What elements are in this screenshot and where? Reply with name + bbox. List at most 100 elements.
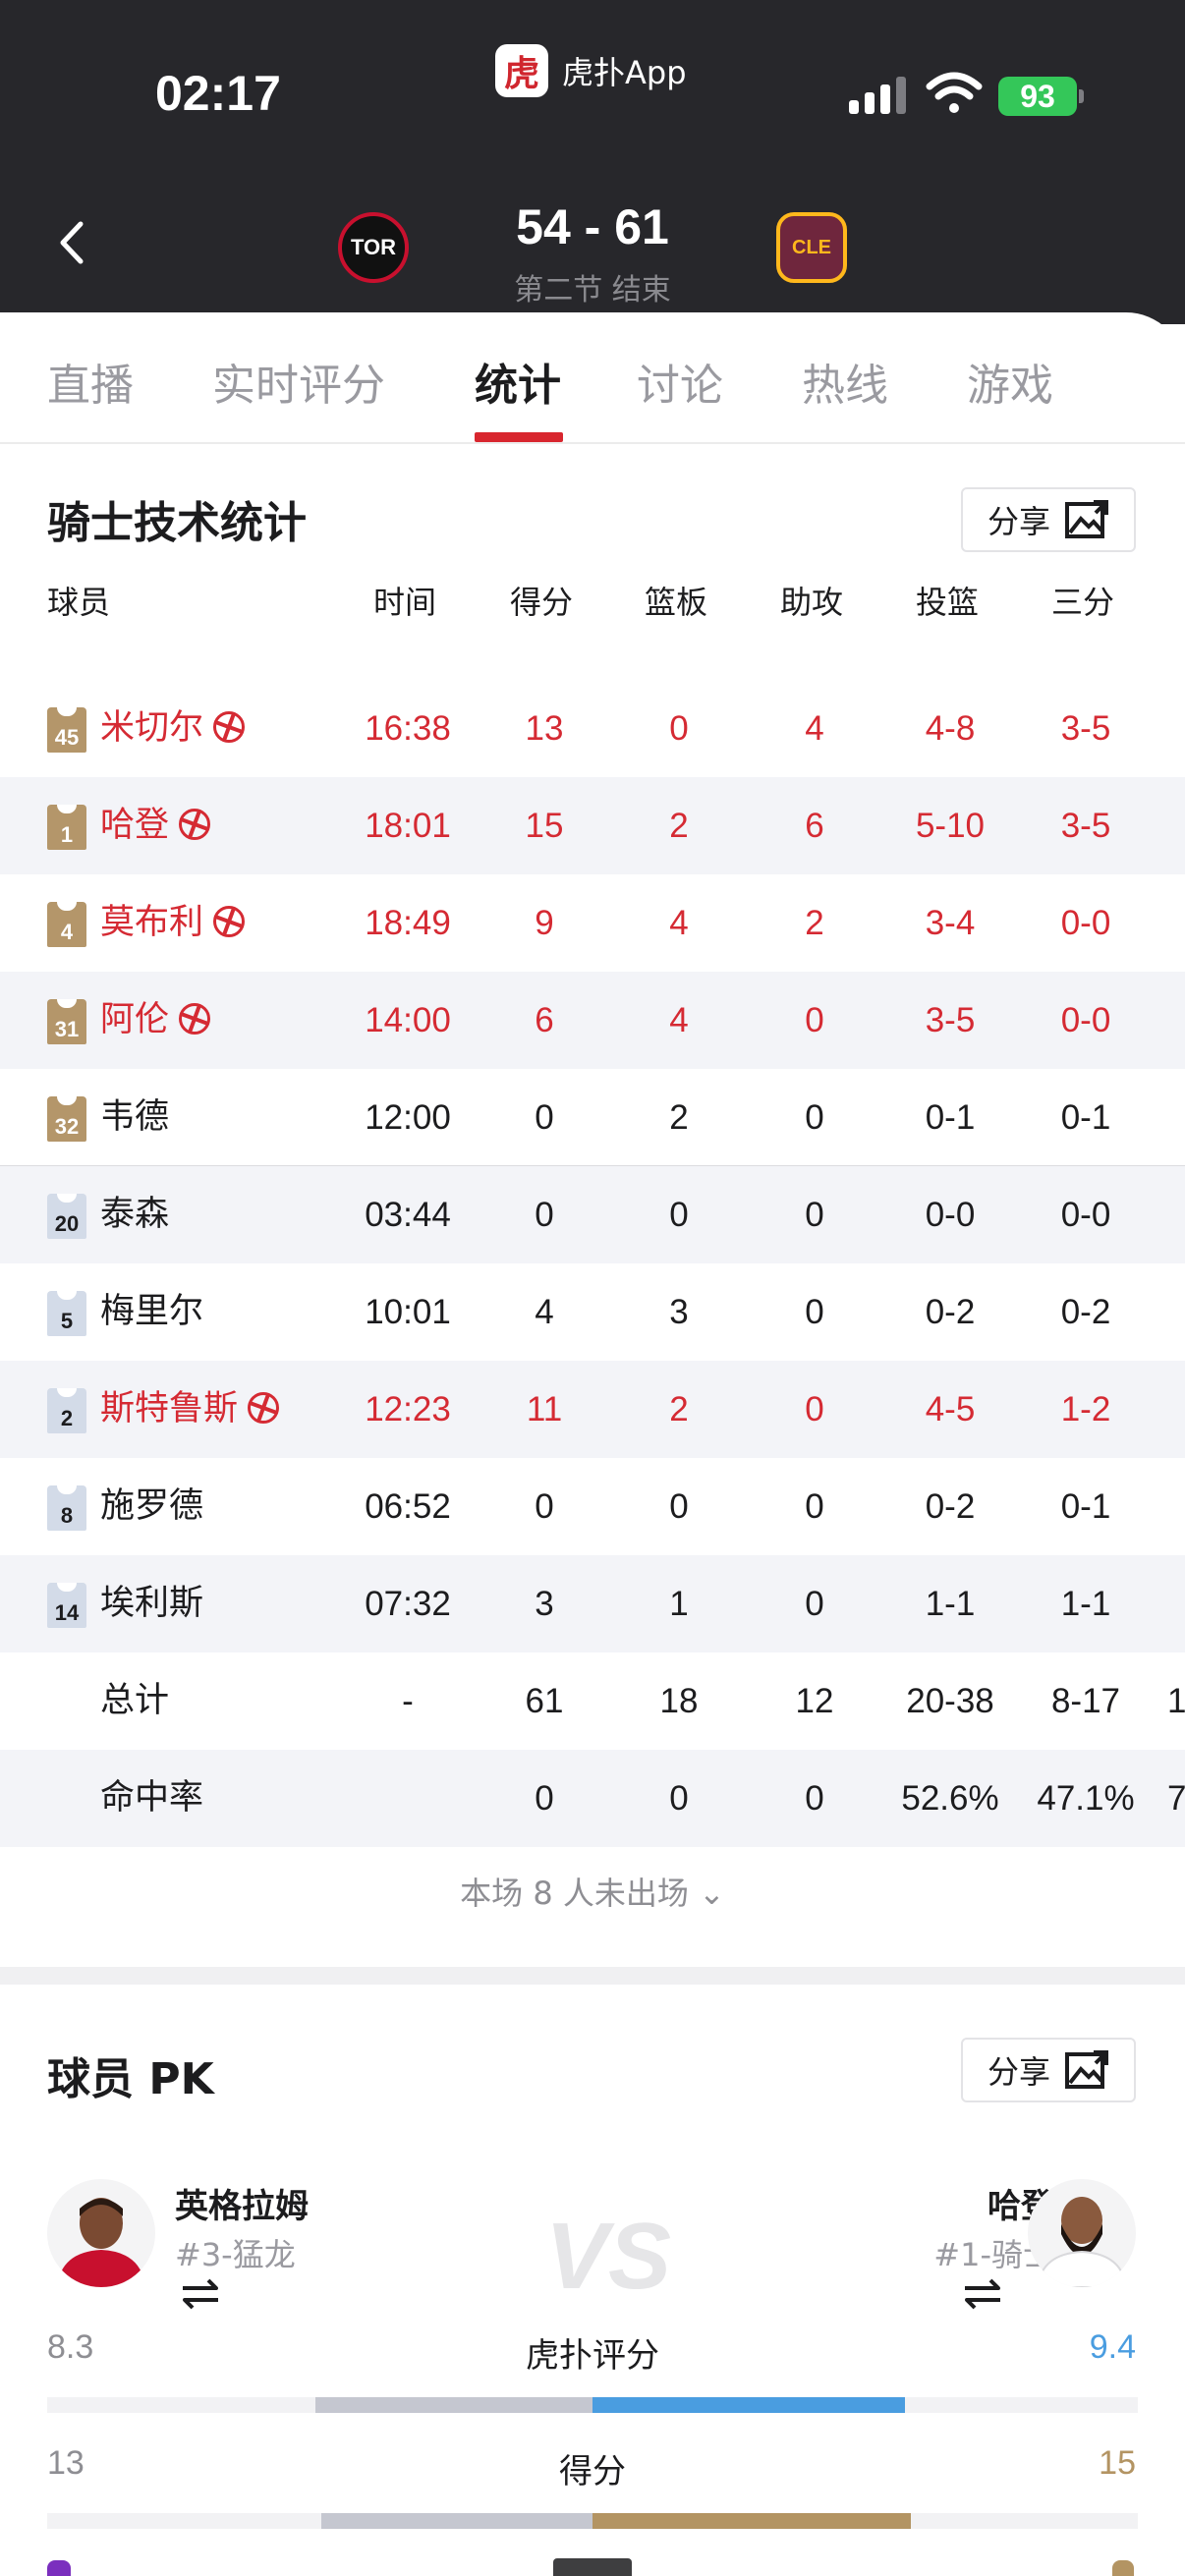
cell-rebounds: 4 <box>669 1001 689 1039</box>
cell-three-pointers: 0-0 <box>1060 1001 1111 1039</box>
player-name[interactable]: 梅里尔 <box>100 1263 203 1361</box>
basketball-icon <box>179 809 211 840</box>
table-row[interactable]: 1 哈登 18:01 15 2 6 5-10 3-5 <box>0 777 1185 874</box>
cell-three-pointers: 1-2 <box>1060 1390 1111 1428</box>
table-row[interactable]: 2 斯特鲁斯 12:23 11 2 0 4-5 1-2 <box>0 1361 1185 1458</box>
battery-tip <box>1079 89 1084 103</box>
header-time[interactable]: 时间 <box>373 578 436 623</box>
cell-three-pointers: 1-1 <box>1060 1585 1111 1623</box>
cell-time: 07:32 <box>365 1585 451 1623</box>
player-name[interactable]: 泰森 <box>100 1166 169 1263</box>
jersey-number-icon: 1 <box>47 805 86 850</box>
cutoff-stat-label <box>553 2558 632 2576</box>
pk-share-button[interactable]: 分享 <box>961 2038 1136 2102</box>
cell-rebounds: 18 <box>659 1682 699 1720</box>
tab-stats[interactable]: 统计 <box>475 350 561 413</box>
percentage-label: 命中率 <box>100 1778 204 1818</box>
cell-overflow: 1 <box>1167 1682 1185 1720</box>
cell-rebounds: 0 <box>669 1196 689 1234</box>
tab-games[interactable]: 游戏 <box>967 350 1053 413</box>
cell-field-goals: 3-5 <box>925 1001 976 1039</box>
cell-time: - <box>402 1682 414 1720</box>
basketball-icon <box>213 906 246 937</box>
player-name[interactable]: 韦德 <box>100 1069 169 1166</box>
header-points[interactable]: 得分 <box>510 578 573 623</box>
table-row[interactable]: 5 梅里尔 10:01 4 3 0 0-2 0-2 <box>0 1263 1185 1361</box>
player-name[interactable]: 米切尔 <box>100 680 246 777</box>
absent-players-toggle[interactable]: 本场 8 人未出场 ⌄ <box>0 1869 1185 1914</box>
cell-time: 18:49 <box>365 904 451 942</box>
status-time: 02:17 <box>155 66 281 121</box>
cavaliers-logo-icon[interactable]: CLE <box>776 212 847 283</box>
cell-field-goals: 4-8 <box>925 709 976 748</box>
cell-assists: 4 <box>805 709 824 748</box>
basketball-icon <box>179 1003 211 1035</box>
header-rebounds[interactable]: 篮板 <box>645 578 707 623</box>
cutoff-stat-right <box>1112 2560 1134 2576</box>
cell-assists: 0 <box>805 1390 824 1428</box>
cell-points: 0 <box>535 1779 554 1818</box>
cell-three-pointers: 0-1 <box>1060 1487 1111 1526</box>
metric-label: 虎扑评分 <box>526 2336 659 2376</box>
header-assists[interactable]: 助攻 <box>780 578 843 623</box>
cell-three-pointers: 0-0 <box>1060 904 1111 942</box>
cell-points: 61 <box>525 1682 564 1720</box>
swap-arrows-icon[interactable] <box>963 2277 1002 2311</box>
player-name-text: 施罗德 <box>100 1486 204 1526</box>
chevron-down-icon: ⌄ <box>699 1875 725 1912</box>
cell-rebounds: 2 <box>669 1098 689 1137</box>
header-three-pointers[interactable]: 三分 <box>1051 578 1114 623</box>
player-name[interactable]: 阿伦 <box>100 972 211 1069</box>
cell-field-goals: 52.6% <box>901 1779 999 1818</box>
cell-points: 0 <box>535 1487 554 1526</box>
image-share-icon <box>1065 500 1108 538</box>
cell-points: 9 <box>535 904 554 942</box>
cell-field-goals: 4-5 <box>925 1390 976 1428</box>
cell-assists: 0 <box>805 1779 824 1818</box>
cell-three-pointers: 0-0 <box>1060 1196 1111 1234</box>
image-share-icon <box>1065 2050 1108 2089</box>
app-indicator[interactable]: 虎 虎扑App <box>495 43 687 98</box>
player-name-text: 梅里尔 <box>100 1292 204 1331</box>
swap-arrows-icon[interactable] <box>181 2277 220 2311</box>
cell-rebounds: 1 <box>669 1585 689 1623</box>
cell-points: 0 <box>535 1098 554 1137</box>
table-row[interactable]: 4 莫布利 18:49 9 4 2 3-4 0-0 <box>0 874 1185 972</box>
jersey-number-icon: 2 <box>47 1388 86 1433</box>
cell-rebounds: 0 <box>669 1487 689 1526</box>
player-name-text: 哈登 <box>100 806 170 845</box>
player-name[interactable]: 莫布利 <box>100 874 246 972</box>
tab-hotline[interactable]: 热线 <box>802 350 888 413</box>
table-row[interactable]: 31 阿伦 14:00 6 4 0 3-5 0-0 <box>0 972 1185 1069</box>
table-row[interactable]: 45 米切尔 16:38 13 0 4 4-8 3-5 <box>0 680 1185 777</box>
cell-field-goals: 0-0 <box>925 1196 976 1234</box>
metric-bar-left <box>321 2513 592 2529</box>
table-row[interactable]: 20 泰森 03:44 0 0 0 0-0 0-0 <box>0 1166 1185 1263</box>
cell-points: 11 <box>526 1390 563 1428</box>
table-row[interactable]: 32 韦德 12:00 0 2 0 0-1 0-1 <box>0 1069 1185 1166</box>
jersey-number-icon: 4 <box>47 902 86 947</box>
cell-rebounds: 2 <box>669 807 689 845</box>
cell-field-goals: 3-4 <box>925 904 976 942</box>
right-player-avatar[interactable] <box>1028 2179 1136 2287</box>
player-name[interactable]: 斯特鲁斯 <box>100 1361 280 1458</box>
left-player-avatar[interactable] <box>47 2179 155 2287</box>
cutoff-stat-left <box>47 2560 71 2576</box>
table-row[interactable]: 8 施罗德 06:52 0 0 0 0-2 0-1 <box>0 1458 1185 1555</box>
player-name-text: 阿伦 <box>100 1000 170 1039</box>
header-field-goals[interactable]: 投篮 <box>916 578 979 623</box>
player-name[interactable]: 埃利斯 <box>100 1555 203 1652</box>
table-row[interactable]: 14 埃利斯 07:32 3 1 0 1-1 1-1 <box>0 1555 1185 1652</box>
cell-assists: 0 <box>805 1293 824 1331</box>
tab-realtime-rating[interactable]: 实时评分 <box>212 350 385 413</box>
active-tab-indicator <box>475 432 563 442</box>
player-name[interactable]: 哈登 <box>100 777 211 874</box>
cell-three-pointers: 0-2 <box>1060 1293 1111 1331</box>
stats-share-button[interactable]: 分享 <box>961 487 1136 552</box>
left-player-name: 英格拉姆 <box>175 2187 309 2226</box>
tab-live[interactable]: 直播 <box>47 350 134 413</box>
jersey-number-icon: 31 <box>47 999 86 1044</box>
top-header: 02:17 虎 虎扑App 93 TOR 54 - 61 第二节 结束 CLE <box>0 0 1185 324</box>
tab-discussion[interactable]: 讨论 <box>637 350 723 413</box>
player-name[interactable]: 施罗德 <box>100 1458 203 1555</box>
